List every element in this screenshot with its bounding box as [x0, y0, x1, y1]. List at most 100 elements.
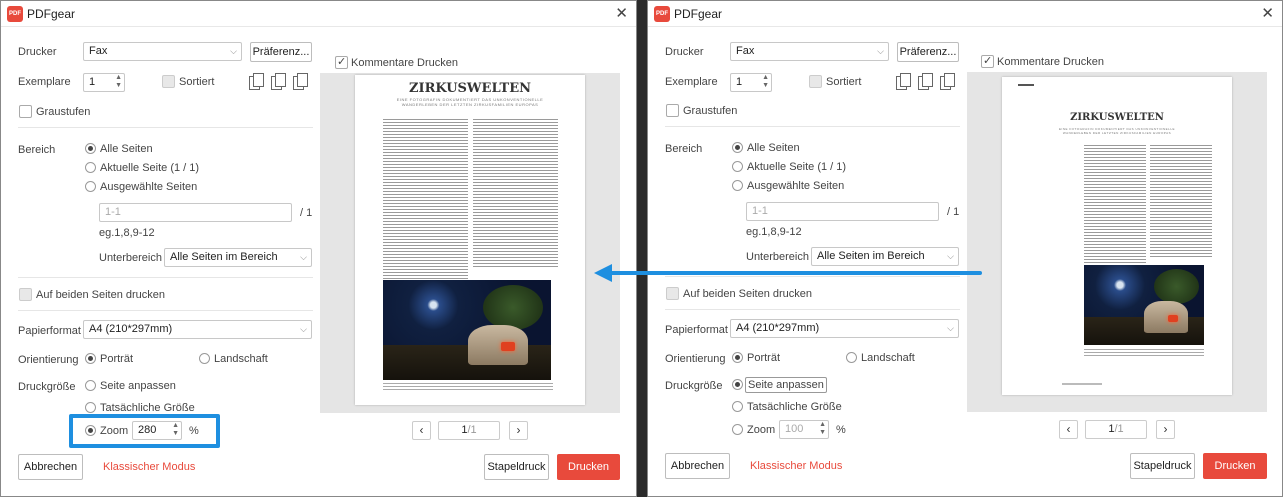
collate-pages-icon: [293, 71, 311, 91]
preview-page: ZIRKUSWELTEN EINE FOTOGRAFIN DOKUMENTIER…: [1002, 77, 1232, 395]
portrait-radio[interactable]: [85, 353, 96, 364]
paper-format-label: Papierformat: [18, 325, 81, 337]
collate-checkbox[interactable]: [809, 75, 822, 88]
all-pages-label: Alle Seiten: [747, 142, 800, 154]
preferences-button[interactable]: Präferenz...: [250, 42, 312, 62]
copies-stepper[interactable]: 1 ▲ ▼: [730, 73, 772, 92]
pages-input[interactable]: 1-1: [99, 203, 292, 222]
stepper-arrows-icon[interactable]: ▲ ▼: [115, 74, 122, 90]
range-label: Bereich: [665, 143, 703, 155]
duplex-checkbox[interactable]: [666, 287, 679, 300]
actual-size-radio[interactable]: [85, 402, 96, 413]
divider: [18, 277, 313, 278]
divider: [665, 309, 960, 310]
app-title: PDFgear: [27, 7, 76, 21]
copies-label: Exemplare: [18, 76, 71, 88]
next-page-button[interactable]: ›: [509, 421, 528, 440]
printer-select[interactable]: Fax ⌵: [730, 42, 889, 61]
fit-page-radio[interactable]: [85, 380, 96, 391]
pages-input[interactable]: 1-1: [746, 202, 939, 221]
batch-print-button[interactable]: Stapeldruck: [1130, 453, 1195, 479]
classic-mode-link[interactable]: Klassischer Modus: [103, 461, 195, 473]
print-dialog-zoomed: PDF PDFgear ✕ Drucker Fax ⌵ Präferenz... …: [0, 0, 637, 497]
batch-print-button[interactable]: Stapeldruck: [484, 454, 549, 480]
collate-pages-icon: [940, 71, 958, 91]
actual-size-radio[interactable]: [732, 401, 743, 412]
paper-format-select[interactable]: A4 (210*297mm) ⌵: [83, 320, 312, 339]
print-comments-checkbox[interactable]: [335, 55, 348, 69]
selected-pages-radio[interactable]: [732, 180, 743, 191]
page-number-box[interactable]: 1/1: [438, 421, 500, 440]
paper-format-select[interactable]: A4 (210*297mm) ⌵: [730, 319, 959, 338]
classic-mode-link[interactable]: Klassischer Modus: [750, 460, 842, 472]
pages-hint: eg.1,8,9-12: [99, 227, 155, 239]
collate-label: Sortiert: [179, 76, 215, 88]
preview-photo: [383, 280, 551, 380]
landscape-radio[interactable]: [199, 353, 210, 364]
current-page-radio[interactable]: [85, 162, 96, 173]
print-size-label: Druckgröße: [665, 380, 723, 392]
pdfgear-logo-icon: PDF: [654, 6, 670, 22]
print-comments-label: Kommentare Drucken: [997, 56, 1104, 68]
zoom-radio[interactable]: [732, 424, 743, 435]
zoom-stepper[interactable]: 100 ▲ ▼: [779, 420, 829, 439]
preview-caption: [1084, 349, 1204, 356]
current-page-radio[interactable]: [732, 161, 743, 172]
next-page-button[interactable]: ›: [1156, 420, 1175, 439]
landscape-label: Landschaft: [861, 352, 915, 364]
copies-label: Exemplare: [665, 76, 718, 88]
selected-pages-radio[interactable]: [85, 181, 96, 192]
fit-page-label: Seite anpassen: [745, 377, 827, 393]
orientation-label: Orientierung: [18, 354, 79, 366]
preview-text-column: [383, 119, 468, 279]
duplex-checkbox[interactable]: [19, 288, 32, 301]
cancel-button[interactable]: Abbrechen: [665, 453, 730, 479]
current-page-label: Aktuelle Seite (1 / 1): [100, 162, 200, 174]
stepper-arrows-icon[interactable]: ▲ ▼: [819, 421, 826, 437]
collate-label: Sortiert: [826, 76, 862, 88]
preferences-button[interactable]: Präferenz...: [897, 42, 959, 62]
all-pages-radio[interactable]: [85, 143, 96, 154]
portrait-label: Porträt: [747, 352, 781, 364]
page-number-box[interactable]: 1/1: [1085, 420, 1147, 439]
chevron-down-icon: ⌵: [230, 46, 237, 56]
percent-label: %: [836, 424, 846, 436]
fit-page-radio[interactable]: [732, 379, 743, 390]
collate-checkbox[interactable]: [162, 75, 175, 88]
preview-caption: [383, 383, 553, 391]
pages-total: / 1: [300, 207, 313, 219]
zoom-highlight-box: [69, 414, 220, 448]
grayscale-label: Graustufen: [683, 105, 738, 117]
all-pages-radio[interactable]: [732, 142, 743, 153]
range-label: Bereich: [18, 144, 56, 156]
close-icon[interactable]: ✕: [615, 4, 628, 22]
copies-stepper[interactable]: 1 ▲ ▼: [83, 73, 125, 92]
prev-page-button[interactable]: ‹: [412, 421, 431, 440]
grayscale-checkbox[interactable]: [666, 104, 679, 117]
preview-text-column: [473, 119, 558, 269]
print-comments-label: Kommentare Drucken: [351, 57, 458, 69]
portrait-radio[interactable]: [732, 352, 743, 363]
prev-page-button[interactable]: ‹: [1059, 420, 1078, 439]
subrange-label: Unterbereich: [99, 252, 162, 264]
close-icon[interactable]: ✕: [1261, 4, 1274, 22]
grayscale-checkbox[interactable]: [19, 105, 32, 118]
preview-heading: ZIRKUSWELTEN: [1070, 112, 1164, 123]
current-page-label: Aktuelle Seite (1 / 1): [747, 161, 847, 173]
title-bar: PDF PDFgear ✕: [648, 1, 1282, 27]
divider: [665, 126, 960, 127]
print-button[interactable]: Drucken: [1203, 453, 1267, 479]
subrange-select[interactable]: Alle Seiten im Bereich ⌵: [164, 248, 312, 267]
print-comments-checkbox[interactable]: [981, 54, 994, 68]
pdfgear-logo-icon: PDF: [7, 6, 23, 22]
cancel-button[interactable]: Abbrechen: [18, 454, 83, 480]
stepper-arrows-icon[interactable]: ▲ ▼: [762, 74, 769, 90]
preview-photo: [1084, 265, 1204, 345]
landscape-radio[interactable]: [846, 352, 857, 363]
preview-heading: ZIRKUSWELTEN: [409, 81, 531, 96]
fit-page-label: Seite anpassen: [100, 380, 176, 392]
preview-text-column: [1150, 145, 1212, 257]
printer-select[interactable]: Fax ⌵: [83, 42, 242, 61]
print-button[interactable]: Drucken: [557, 454, 620, 480]
portrait-label: Porträt: [100, 353, 134, 365]
